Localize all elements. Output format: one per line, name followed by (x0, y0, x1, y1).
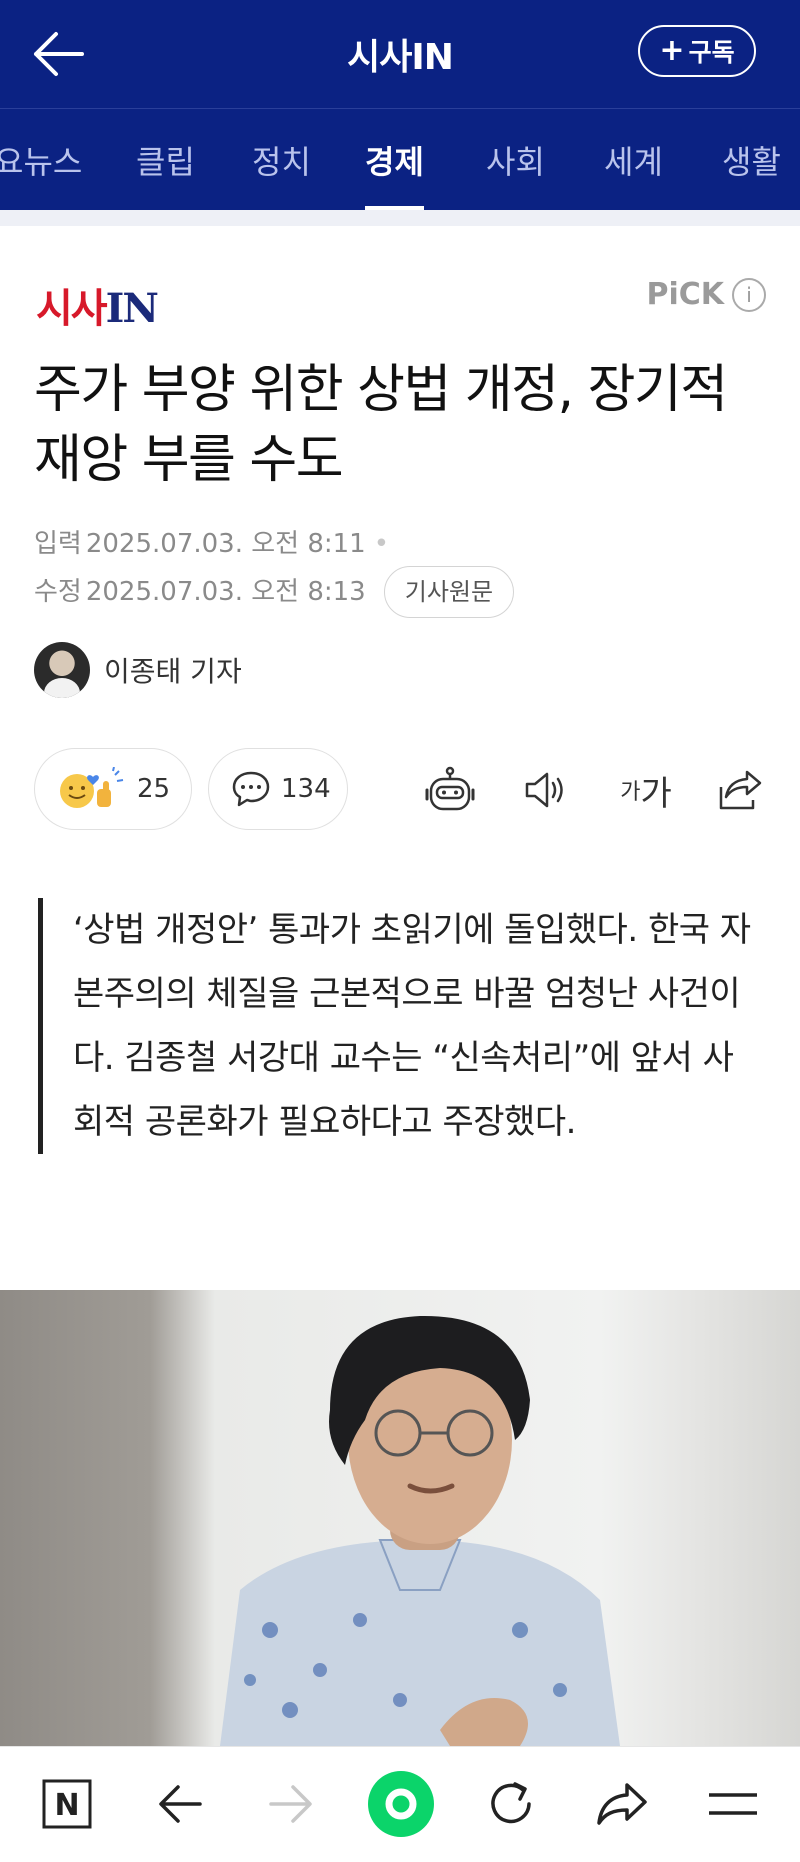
font-size-large-label: 가 (640, 773, 672, 814)
pick-label: PiCK (646, 277, 724, 312)
green-dot-button[interactable] (366, 1771, 436, 1837)
author-info[interactable]: 이종태 기자 (34, 642, 242, 698)
browser-back-button[interactable] (145, 1771, 215, 1837)
article-headline: 주가 부양 위한 상법 개정, 장기적 재앙 부를 수도 (34, 360, 728, 490)
tab-world[interactable]: 세계 (604, 109, 663, 210)
browser-forward-button[interactable] (256, 1771, 326, 1837)
share-arrow-icon (597, 1783, 647, 1825)
ai-summary-button[interactable] (424, 766, 476, 814)
refresh-icon (491, 1782, 531, 1824)
read-aloud-button[interactable] (520, 766, 572, 814)
tab-society[interactable]: 사회 (486, 109, 545, 210)
refresh-button[interactable] (476, 1771, 546, 1837)
tab-life[interactable]: 생활 (722, 109, 781, 210)
pick-badge: PiCK i (646, 277, 766, 312)
font-size-button[interactable]: 가가 (614, 766, 678, 814)
tab-politics[interactable]: 정치 (252, 109, 311, 210)
menu-button[interactable] (698, 1771, 768, 1837)
press-logo-part-b: IN (105, 285, 159, 332)
robot-icon (425, 766, 475, 811)
naver-home-button[interactable]: N (32, 1771, 102, 1837)
font-size-small-label: 가 (620, 780, 641, 805)
category-tabs: 요뉴스 클립 정치 경제 사회 세계 생활 (0, 108, 800, 210)
comment-button[interactable]: 134 (208, 748, 348, 830)
hamburger-menu-icon (709, 1793, 757, 1815)
info-icon[interactable]: i (732, 277, 766, 312)
reaction-button[interactable]: 25 (34, 748, 192, 830)
plus-icon: + (659, 33, 685, 68)
input-date: 2025.07.03. 오전 8:11 (85, 529, 366, 559)
speaker-icon (525, 772, 563, 808)
n-logo-icon: N (42, 1779, 92, 1829)
original-article-button[interactable]: 기사원문 (383, 566, 515, 618)
tab-main-news[interactable]: 요뉴스 (0, 109, 82, 210)
modified-date-label: 수정 (34, 577, 82, 607)
bottom-navigation: N (0, 1746, 800, 1862)
professor-photo (220, 1315, 620, 1746)
home-label: N (54, 1788, 79, 1823)
share-button[interactable] (714, 766, 766, 814)
input-date-label: 입력 (34, 529, 82, 559)
tab-clip[interactable]: 클립 (136, 109, 195, 210)
avatar (34, 642, 90, 698)
subscribe-label: 구독 (688, 38, 735, 67)
author-name: 이종태 기자 (104, 655, 242, 688)
arrow-left-icon (159, 1785, 202, 1823)
reaction-emoji-icon (60, 767, 124, 808)
article-dates: 입력 2025.07.03. 오전 8:11 • 수정 2025.07.03. … (34, 520, 515, 618)
arrow-right-icon (269, 1785, 312, 1823)
green-dot-icon (368, 1771, 434, 1837)
article-summary: ‘상법 개정안’ 통과가 초읽기에 돌입했다. 한국 자본주의의 체질을 근본적… (38, 898, 762, 1154)
separator-dot: • (373, 529, 390, 559)
share-icon (719, 770, 762, 810)
subscribe-button[interactable]: + 구독 (638, 25, 756, 77)
article-photo (0, 1290, 800, 1746)
comment-count: 134 (281, 774, 331, 804)
press-logo-part-a: 시사 (36, 286, 108, 332)
reaction-count: 25 (137, 774, 171, 804)
press-logo[interactable]: 시사IN (36, 276, 159, 334)
modified-date: 2025.07.03. 오전 8:13 (85, 577, 366, 607)
comment-icon (232, 771, 270, 807)
article-actions: 25 134 가가 (34, 748, 774, 832)
page-share-button[interactable] (587, 1771, 657, 1837)
divider (0, 210, 800, 226)
tab-economy[interactable]: 경제 (365, 109, 424, 210)
top-header: 시사IN + 구독 (0, 0, 800, 108)
